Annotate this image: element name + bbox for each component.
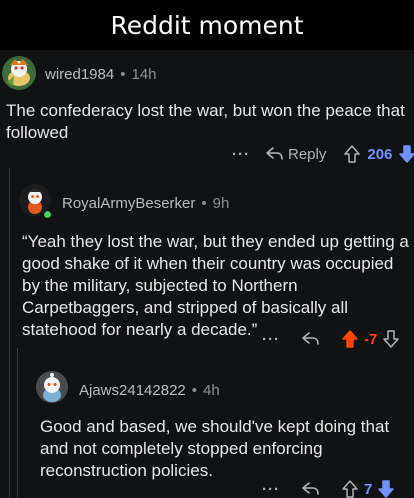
- reply-label: Reply: [288, 145, 327, 163]
- comment-age: 9h: [212, 195, 230, 212]
- comment-body: The confederacy lost the war, but won th…: [6, 101, 405, 142]
- separator-dot: •: [120, 66, 126, 83]
- avatar[interactable]: [2, 56, 36, 90]
- comment-age: 14h: [131, 66, 157, 83]
- more-options-button[interactable]: ···: [232, 146, 250, 163]
- vote-score: -7: [364, 330, 378, 348]
- comment-age: 4h: [203, 382, 220, 399]
- vote-score: 206: [367, 145, 393, 163]
- username[interactable]: RoyalArmyBeserker: [62, 195, 195, 212]
- downvote-icon[interactable]: [383, 330, 400, 348]
- separator-dot: •: [201, 195, 207, 212]
- online-status-icon: [43, 210, 52, 219]
- username[interactable]: wired1984: [45, 66, 114, 83]
- comment-meta: RoyalArmyBeserker • 9h: [62, 195, 229, 212]
- more-options-button[interactable]: ···: [262, 331, 280, 348]
- upvote-icon[interactable]: [342, 480, 358, 498]
- post-title: Reddit moment: [0, 0, 414, 50]
- thread-line-1[interactable]: [9, 168, 10, 498]
- vote-score: 7: [364, 480, 373, 498]
- comment-body: “Yeah they lost the war, but they ended …: [22, 232, 409, 339]
- downvote-icon[interactable]: [378, 480, 395, 498]
- avatar[interactable]: [36, 371, 68, 403]
- downvote-icon[interactable]: [399, 145, 414, 163]
- upvote-icon[interactable]: [342, 330, 358, 348]
- comment-body: Good and based, we should've kept doing …: [40, 417, 390, 480]
- comment-actions: ··· Reply 206: [232, 145, 414, 163]
- reply-arrow-icon: [302, 482, 319, 495]
- snoo-avatar-icon: [2, 56, 36, 90]
- snoo-avatar-icon: [36, 371, 68, 403]
- separator-dot: •: [191, 382, 198, 399]
- reply-arrow-icon: [302, 332, 319, 345]
- reply-button[interactable]: [302, 482, 320, 496]
- more-options-button[interactable]: ···: [262, 481, 280, 498]
- reply-arrow-icon: [266, 147, 283, 160]
- comment-actions: ··· -7: [262, 330, 400, 348]
- reply-button[interactable]: Reply: [266, 146, 326, 163]
- comment-thread: wired1984 • 14h The confederacy lost the…: [0, 50, 414, 498]
- comment-actions: ··· 7: [262, 480, 395, 498]
- reply-button[interactable]: [302, 332, 320, 346]
- comment-meta: wired1984 • 14h: [45, 66, 157, 83]
- comment-meta: Ajaws24142822 • 4h: [79, 382, 220, 399]
- thread-line-2[interactable]: [17, 348, 18, 498]
- username[interactable]: Ajaws24142822: [79, 382, 186, 399]
- upvote-icon[interactable]: [344, 145, 361, 163]
